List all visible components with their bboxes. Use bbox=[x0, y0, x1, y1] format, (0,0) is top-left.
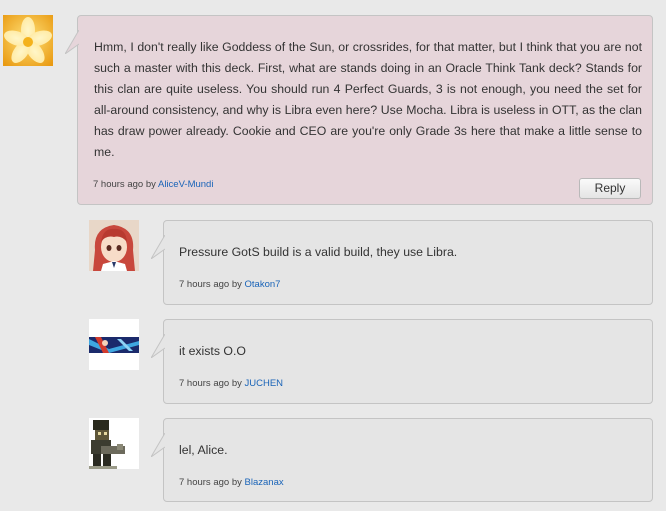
comment-text: Pressure GotS build is a valid build, th… bbox=[179, 245, 458, 259]
comment-text: it exists O.O bbox=[179, 344, 246, 358]
comment-meta: 7 hours ago by AliceV-Mundi bbox=[93, 179, 213, 190]
reply-button[interactable]: Reply bbox=[579, 178, 641, 199]
timestamp: 7 hours ago bbox=[93, 179, 144, 190]
anime-girl-avatar-icon bbox=[89, 220, 139, 271]
author-link[interactable]: Otakon7 bbox=[245, 279, 281, 290]
by-label: by bbox=[231, 279, 242, 290]
author-link[interactable]: JUCHEN bbox=[245, 378, 284, 389]
pixel-character-avatar-icon bbox=[89, 418, 139, 469]
comment-bubble: Hmm, I don't really like Goddess of the … bbox=[65, 15, 653, 205]
avatar[interactable] bbox=[3, 15, 53, 66]
timestamp: 7 hours ago bbox=[179, 378, 230, 389]
by-label: by bbox=[231, 477, 242, 488]
comment-meta: 7 hours ago by Blazanax bbox=[179, 477, 284, 488]
comment-text: Hmm, I don't really like Goddess of the … bbox=[94, 40, 642, 159]
comment-bubble: it exists O.O 7 hours ago by JUCHEN bbox=[151, 319, 653, 404]
avatar[interactable] bbox=[89, 418, 139, 469]
by-label: by bbox=[231, 378, 242, 389]
author-link[interactable]: Blazanax bbox=[245, 477, 284, 488]
comment-meta: 7 hours ago by Otakon7 bbox=[179, 279, 280, 290]
comment-bubble: Pressure GotS build is a valid build, th… bbox=[151, 220, 653, 305]
comment-meta: 7 hours ago by JUCHEN bbox=[179, 378, 283, 389]
flower-icon bbox=[3, 15, 53, 66]
author-link[interactable]: AliceV-Mundi bbox=[158, 179, 213, 190]
anime-banner-avatar-icon bbox=[89, 319, 139, 370]
comment-text: lel, Alice. bbox=[179, 443, 228, 457]
avatar[interactable] bbox=[89, 319, 139, 370]
timestamp: 7 hours ago bbox=[179, 477, 230, 488]
avatar[interactable] bbox=[89, 220, 139, 271]
comment-bubble: lel, Alice. 7 hours ago by Blazanax bbox=[151, 418, 653, 502]
timestamp: 7 hours ago bbox=[179, 279, 230, 290]
by-label: by bbox=[145, 179, 156, 190]
